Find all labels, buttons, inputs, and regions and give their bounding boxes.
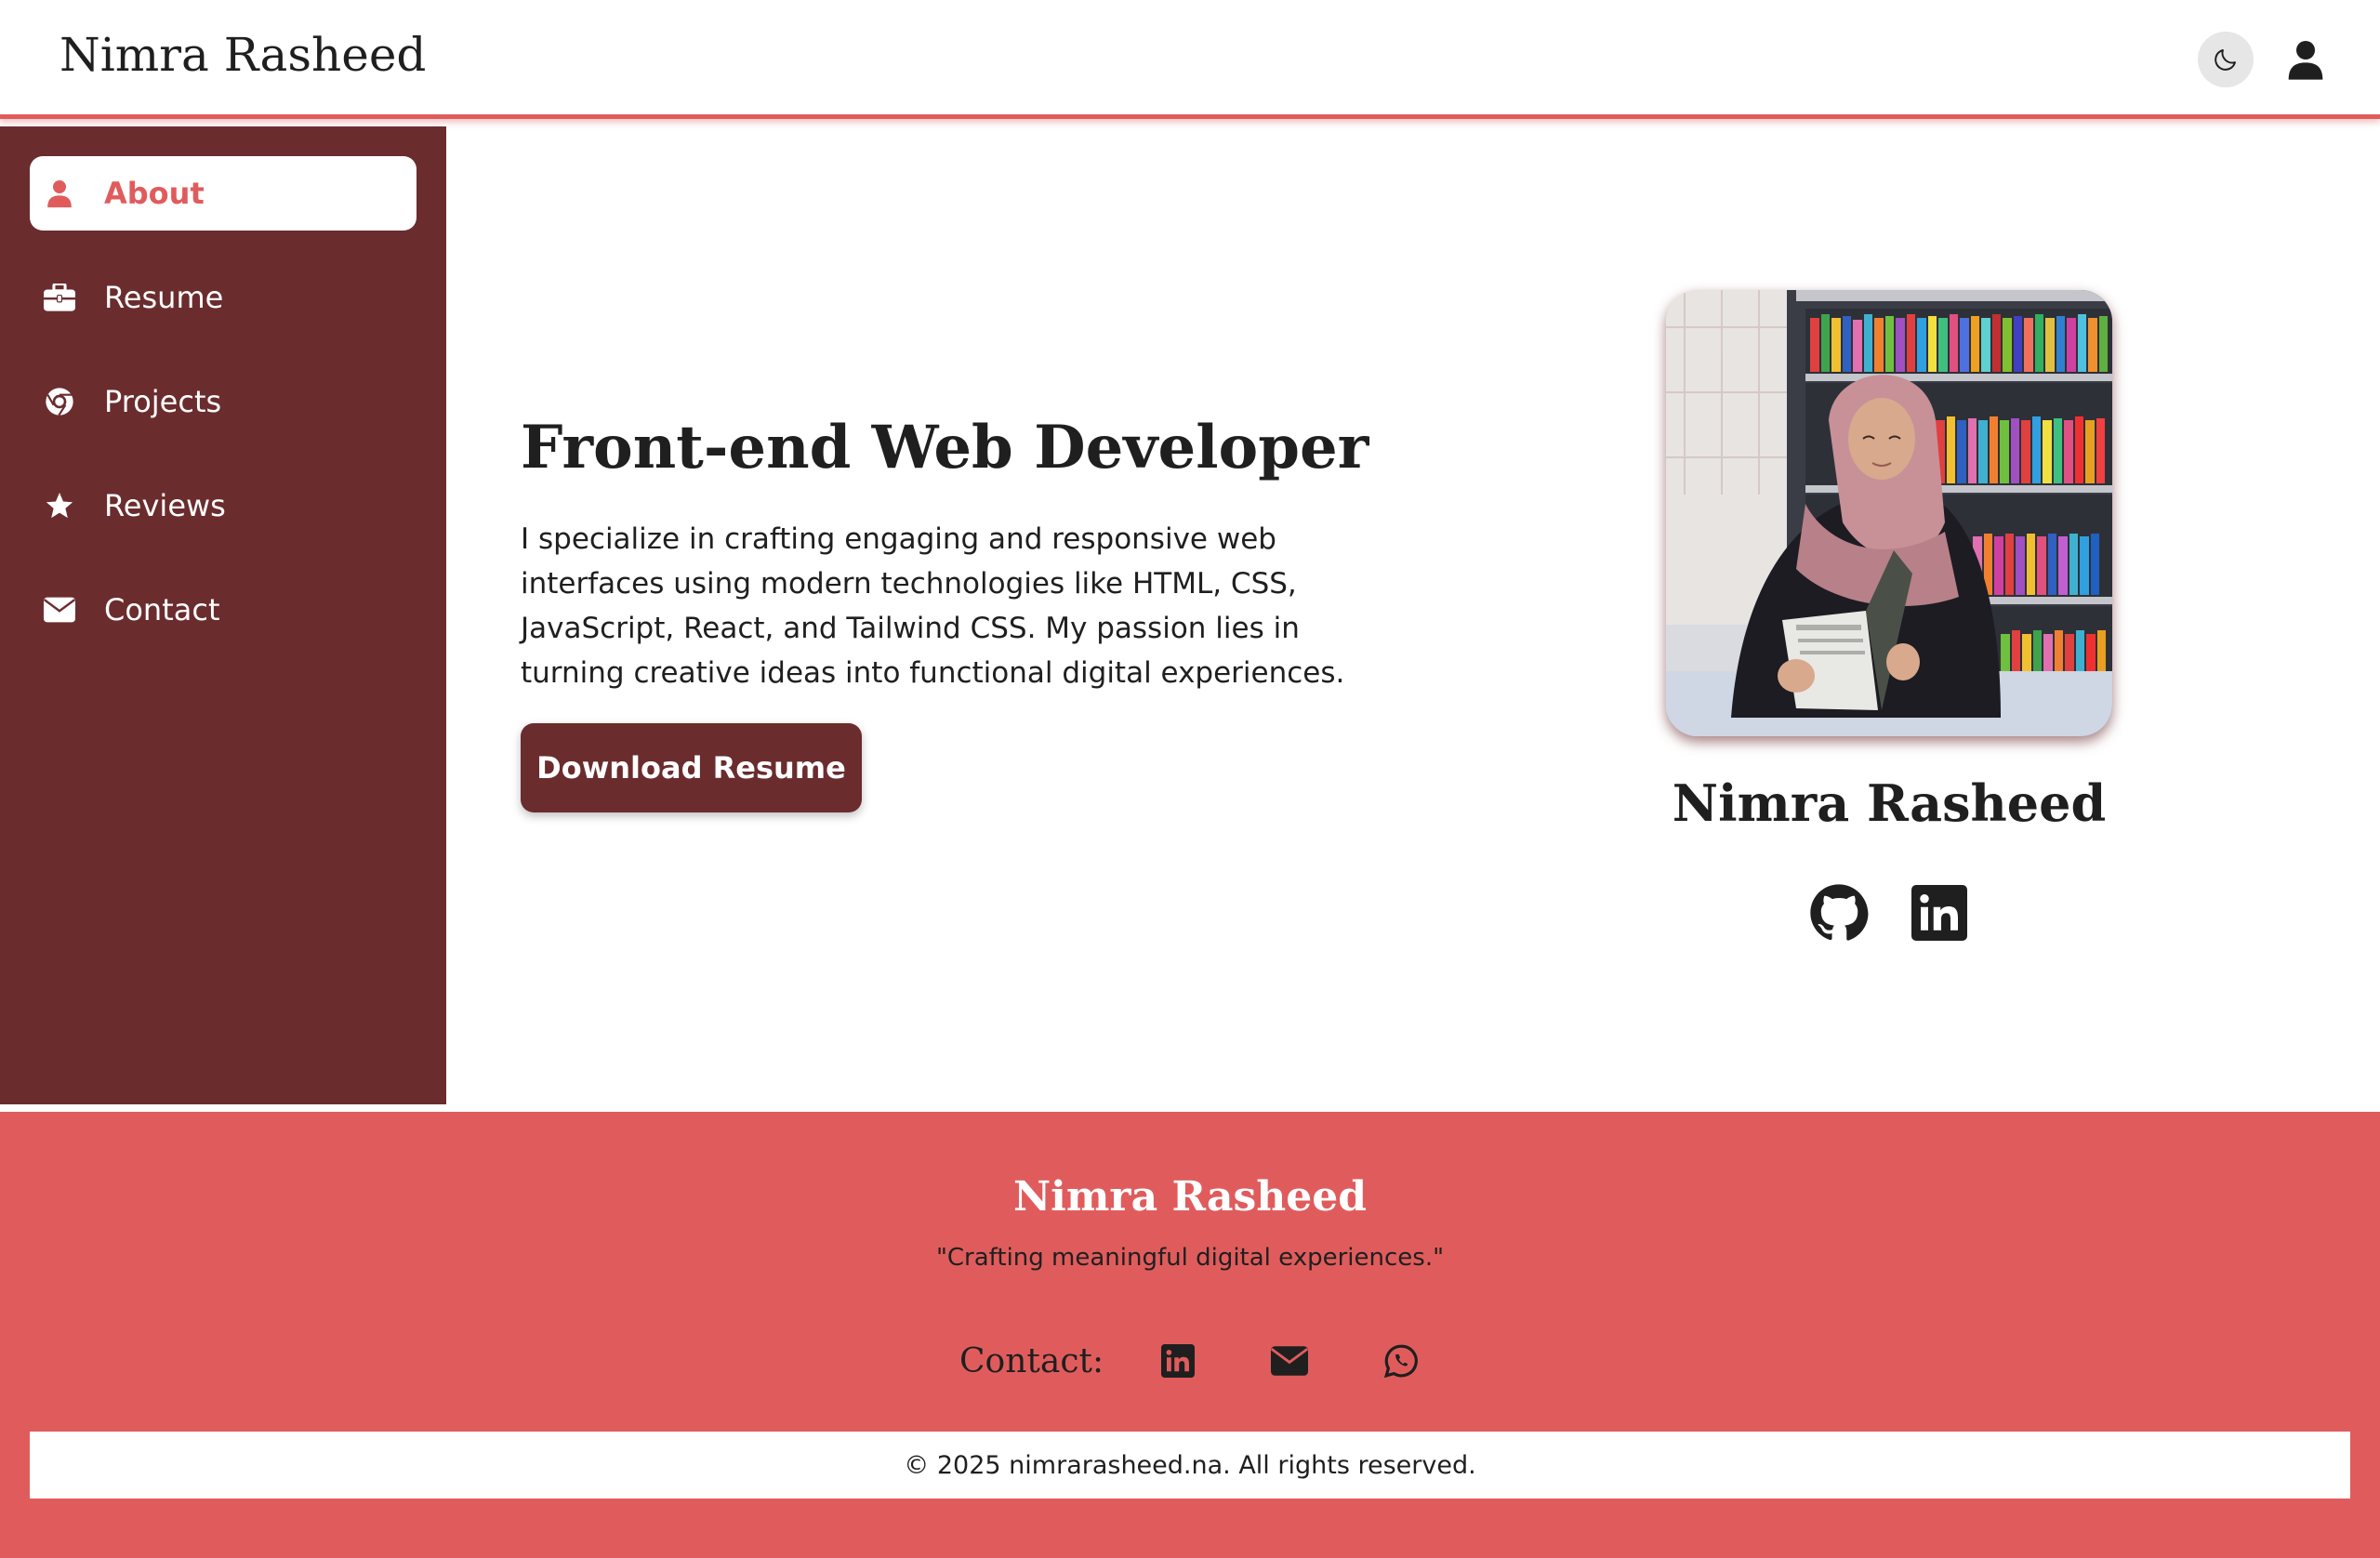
download-resume-button[interactable]: Download Resume — [521, 723, 862, 812]
chrome-icon — [43, 385, 76, 418]
sidebar-item-label: Projects — [104, 384, 222, 419]
copyright-bar: © 2025 nimrarasheed.na. All rights reser… — [30, 1432, 2350, 1499]
theme-toggle-button[interactable] — [2198, 32, 2254, 87]
profile-name: Nimra Rasheed — [1672, 773, 2107, 833]
linkedin-icon[interactable] — [1159, 1342, 1197, 1380]
moon-icon — [2215, 49, 2236, 71]
site-brand[interactable]: Nimra Rasheed — [60, 28, 426, 82]
briefcase-icon — [43, 281, 76, 314]
hero-title: Front-end Web Developer — [521, 413, 1369, 482]
footer-contact-row: Contact: — [959, 1333, 1494, 1389]
sidebar-nav: About Resume Projects Reviews Contact — [0, 126, 446, 1104]
sidebar-item-label: Reviews — [104, 488, 226, 523]
user-icon — [2288, 41, 2323, 80]
star-icon — [43, 489, 76, 522]
user-icon — [43, 177, 76, 210]
hero-description: I specialize in crafting engaging and re… — [521, 522, 1345, 690]
github-icon[interactable] — [1809, 883, 1869, 943]
site-footer: Nimra Rasheed "Crafting meaningful digit… — [0, 1112, 2380, 1558]
sidebar-item-label: About — [104, 176, 205, 211]
footer-tagline: "Crafting meaningful digital experiences… — [935, 1244, 1445, 1272]
profile-photo — [1666, 290, 2112, 736]
sidebar-item-reviews[interactable]: Reviews — [30, 469, 416, 543]
account-button[interactable] — [2278, 32, 2334, 87]
top-header: Nimra Rasheed — [0, 0, 2380, 119]
sidebar-item-label: Resume — [104, 280, 224, 315]
copyright-text: © 2025 nimrarasheed.na. All rights reser… — [904, 1450, 1476, 1480]
contact-label: Contact: — [959, 1341, 1104, 1380]
envelope-icon — [43, 593, 76, 627]
sidebar-item-projects[interactable]: Projects — [30, 364, 416, 439]
sidebar-item-contact[interactable]: Contact — [30, 573, 416, 647]
envelope-icon[interactable] — [1271, 1342, 1309, 1380]
footer-name: Nimra Rasheed — [1012, 1173, 1368, 1221]
linkedin-icon[interactable] — [1911, 885, 1967, 941]
whatsapp-icon[interactable] — [1382, 1342, 1420, 1380]
sidebar-item-resume[interactable]: Resume — [30, 260, 416, 335]
sidebar-item-about[interactable]: About — [30, 156, 416, 231]
sidebar-item-label: Contact — [104, 592, 220, 627]
